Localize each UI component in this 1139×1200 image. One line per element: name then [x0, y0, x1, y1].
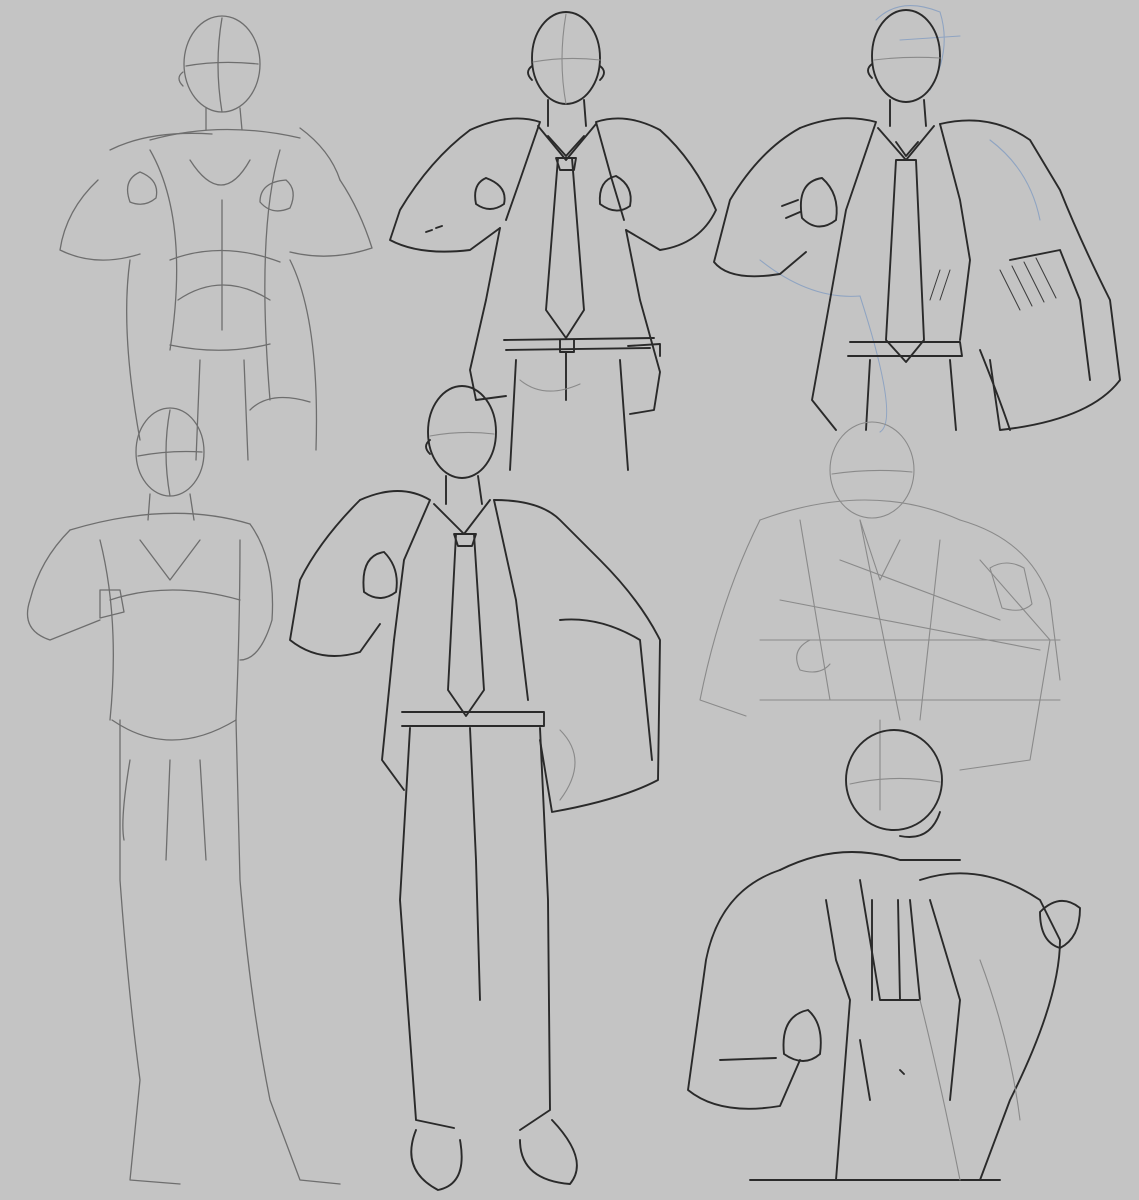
figure-suit-jacket-open-right	[713, 5, 1121, 433]
figure-suit-full-body	[289, 385, 661, 1191]
figure-rough-top-left	[59, 15, 373, 461]
figure-suit-hands-on-lapels	[389, 11, 717, 471]
figure-rough-right-middle	[699, 421, 1061, 811]
figure-suit-leaning-bottom-right	[687, 729, 1081, 1181]
figure-rough-anatomy	[26, 407, 341, 1185]
drawing-canvas	[26, 5, 1121, 1191]
sketch-sheet	[0, 0, 1139, 1200]
